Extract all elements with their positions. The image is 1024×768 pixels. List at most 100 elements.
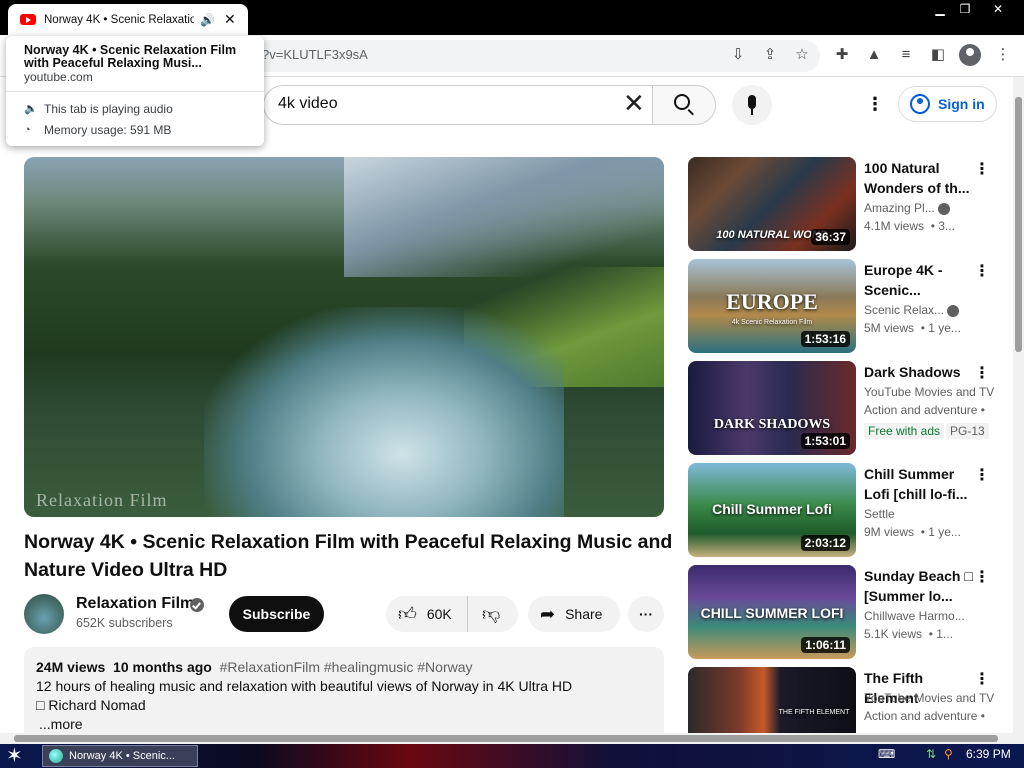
like-count: 60K xyxy=(426,606,452,622)
channel-name[interactable]: Relaxation Film xyxy=(76,595,194,613)
lab-flask-icon[interactable]: ▲ xyxy=(864,45,884,65)
recommendation-views: 4.1M views • 3... xyxy=(864,219,955,233)
taskbar-window-button[interactable]: Norway 4K • Scenic... xyxy=(42,745,198,767)
thumbnail-text: EUROPE xyxy=(726,289,818,314)
recommendation-channel[interactable]: YouTube Movies and TV xyxy=(864,691,994,705)
thumbnail-text: CHILL SUMMER LOFI xyxy=(700,605,844,621)
more-actions-button[interactable]: ··· xyxy=(628,596,664,632)
video-thumbnail[interactable]: 100 NATURAL WOND 36:37 xyxy=(688,157,856,251)
channel-avatar[interactable] xyxy=(24,594,64,634)
recommendation-title[interactable]: Sunday Beach □ [Summer lo... xyxy=(864,566,974,606)
verified-icon xyxy=(937,202,950,215)
upload-age: 10 months ago xyxy=(113,659,212,675)
network-icon[interactable]: ⇅ xyxy=(926,747,936,761)
video-duration: 1:53:16 xyxy=(800,331,850,347)
hover-card-divider xyxy=(6,91,264,92)
install-icon[interactable]: ⇩ xyxy=(728,45,748,65)
video-player[interactable]: Relaxation Film xyxy=(24,157,664,517)
scrollbar-thumb[interactable] xyxy=(1015,97,1022,352)
description-line: □ Richard Nomad xyxy=(36,697,146,713)
recommendation-channel[interactable]: YouTube Movies and TV xyxy=(864,385,994,399)
recommendation-title[interactable]: 100 Natural Wonders of th... xyxy=(864,158,974,198)
subscriber-count: 652K subscribers xyxy=(76,616,173,630)
like-button[interactable]: 👍︎ 60K xyxy=(386,596,468,632)
keyboard-icon[interactable]: ⌨ xyxy=(878,747,895,761)
recommendation-title[interactable]: Europe 4K - Scenic... xyxy=(864,260,974,300)
share-label: Share xyxy=(565,606,603,622)
video-thumbnail[interactable]: Chill Summer Lofi 2:03:12 xyxy=(688,463,856,557)
video-thumbnail[interactable]: DARK SHADOWS 1:53:01 xyxy=(688,361,856,455)
tab-title: Norway 4K • Scenic Relaxation xyxy=(44,13,194,26)
recommendation-channel[interactable]: Chillwave Harmo... xyxy=(864,609,965,623)
recommendation-item[interactable]: 100 NATURAL WOND 36:37 100 Natural Wonde… xyxy=(688,157,1018,253)
settings-more-icon[interactable]: ⋮ xyxy=(866,95,884,113)
address-url[interactable]: ?v=KLUTLF3x9sA xyxy=(262,47,368,62)
video-thumbnail[interactable]: EUROPE 4k Scenic Relaxation Film 1:53:16 xyxy=(688,259,856,353)
video-title: Norway 4K • Scenic Relaxation Film with … xyxy=(24,531,673,581)
search-tray-icon[interactable]: ⚲ xyxy=(944,747,953,761)
item-menu-icon[interactable]: ⋮ xyxy=(974,465,990,485)
video-watermark: Relaxation Film xyxy=(36,490,168,510)
recommendation-genre: Action and adventure • xyxy=(864,403,985,417)
tab-hover-card: Norway 4K • Scenic Relaxation Film with … xyxy=(6,36,264,146)
hashtags[interactable]: #RelaxationFilm #healingmusic #Norway xyxy=(220,659,473,675)
item-menu-icon[interactable]: ⋮ xyxy=(974,159,990,179)
side-panel-icon[interactable]: ◧ xyxy=(928,45,948,65)
media-queue-icon[interactable]: ≡ xyxy=(896,45,916,65)
recommendation-item[interactable]: CHILL SUMMER LOFI 1:06:11 Sunday Beach □… xyxy=(688,565,1018,661)
item-menu-icon[interactable]: ⋮ xyxy=(974,567,990,587)
voice-search-icon[interactable] xyxy=(732,85,772,125)
thumbnail-subtext: 4k Scenic Relaxation Film xyxy=(731,319,813,326)
horizontal-scrollbar[interactable] xyxy=(0,733,1013,744)
share-arrow-icon: ➦ xyxy=(540,603,556,624)
recommendation-item[interactable]: EUROPE 4k Scenic Relaxation Film 1:53:16… xyxy=(688,259,1018,355)
share-button[interactable]: ➦ Share xyxy=(528,596,620,632)
speaker-icon: 🔈 xyxy=(24,103,38,115)
share-page-icon[interactable]: ⇪ xyxy=(760,45,780,65)
video-description[interactable]: 24M views 10 months ago #RelaxationFilm … xyxy=(24,647,664,747)
browser-menu-icon[interactable]: ⋮ xyxy=(993,45,1013,65)
item-menu-icon[interactable]: ⋮ xyxy=(974,261,990,281)
search-icon[interactable] xyxy=(674,94,690,110)
search-query[interactable]: 4k video xyxy=(278,95,338,113)
browser-app-icon xyxy=(49,749,63,763)
description-line: 12 hours of healing music and relaxation… xyxy=(36,678,573,694)
sign-in-button[interactable]: Sign in xyxy=(898,86,997,122)
verified-icon xyxy=(190,598,204,612)
recommendation-channel[interactable]: Amazing Pl... xyxy=(864,201,950,215)
os-taskbar: ✶ Norway 4K • Scenic... ⌨ ⇅ ⚲ 6:39 PM xyxy=(0,744,1024,768)
clear-search-icon[interactable]: ✕ xyxy=(623,90,645,116)
show-more-link[interactable]: ...more xyxy=(39,716,652,732)
recommendation-item[interactable]: Chill Summer Lofi 2:03:12 Chill Summer L… xyxy=(688,463,1018,559)
recommendation-item[interactable]: DARK SHADOWS 1:53:01 Dark Shadows YouTub… xyxy=(688,361,1018,457)
browser-tab[interactable]: Norway 4K • Scenic Relaxation 🔊 ✕ xyxy=(8,4,248,35)
subscribe-button[interactable]: Subscribe xyxy=(229,596,324,632)
scrollbar-thumb[interactable] xyxy=(14,735,998,742)
mountain-scenery xyxy=(344,157,664,277)
video-thumbnail[interactable]: CHILL SUMMER LOFI 1:06:11 xyxy=(688,565,856,659)
browser-tab-strip: Norway 4K • Scenic Relaxation 🔊 ✕ ▁ ❐ ✕ xyxy=(0,0,1024,35)
video-duration: 1:53:01 xyxy=(800,433,850,449)
extensions-icon[interactable]: ✚ xyxy=(832,45,852,65)
speaker-icon[interactable]: 🔊 xyxy=(200,13,215,27)
close-tab-icon[interactable]: ✕ xyxy=(224,11,236,28)
memory-usage: Memory usage: 591 MB xyxy=(44,122,172,137)
vertical-scrollbar[interactable] xyxy=(1013,77,1024,744)
restore-icon[interactable]: ❐ xyxy=(950,0,980,18)
taskbar-window-label: Norway 4K • Scenic... xyxy=(69,750,175,762)
clock[interactable]: 6:39 PM xyxy=(966,747,1011,761)
profile-avatar-icon[interactable] xyxy=(959,44,981,66)
recommendation-views: 5.1K views • 1... xyxy=(864,627,953,641)
item-menu-icon[interactable]: ⋮ xyxy=(974,363,990,383)
recommendation-channel[interactable]: Scenic Relax... xyxy=(864,303,960,317)
hover-card-title: Norway 4K • Scenic Relaxation Film with … xyxy=(24,43,237,70)
start-menu-icon[interactable]: ✶ xyxy=(6,745,23,767)
item-menu-icon[interactable]: ⋮ xyxy=(974,669,990,689)
recommendation-title[interactable]: Dark Shadows xyxy=(864,362,974,382)
close-window-icon[interactable]: ✕ xyxy=(983,0,1013,18)
thumbs-down-icon[interactable]: 👎︎ xyxy=(482,603,500,625)
gauge-icon: ◔ xyxy=(24,123,31,136)
recommendation-channel[interactable]: Settle xyxy=(864,507,895,521)
bookmark-star-icon[interactable]: ☆ xyxy=(792,45,812,65)
recommendation-title[interactable]: Chill Summer Lofi [chill lo-fi... xyxy=(864,464,974,504)
